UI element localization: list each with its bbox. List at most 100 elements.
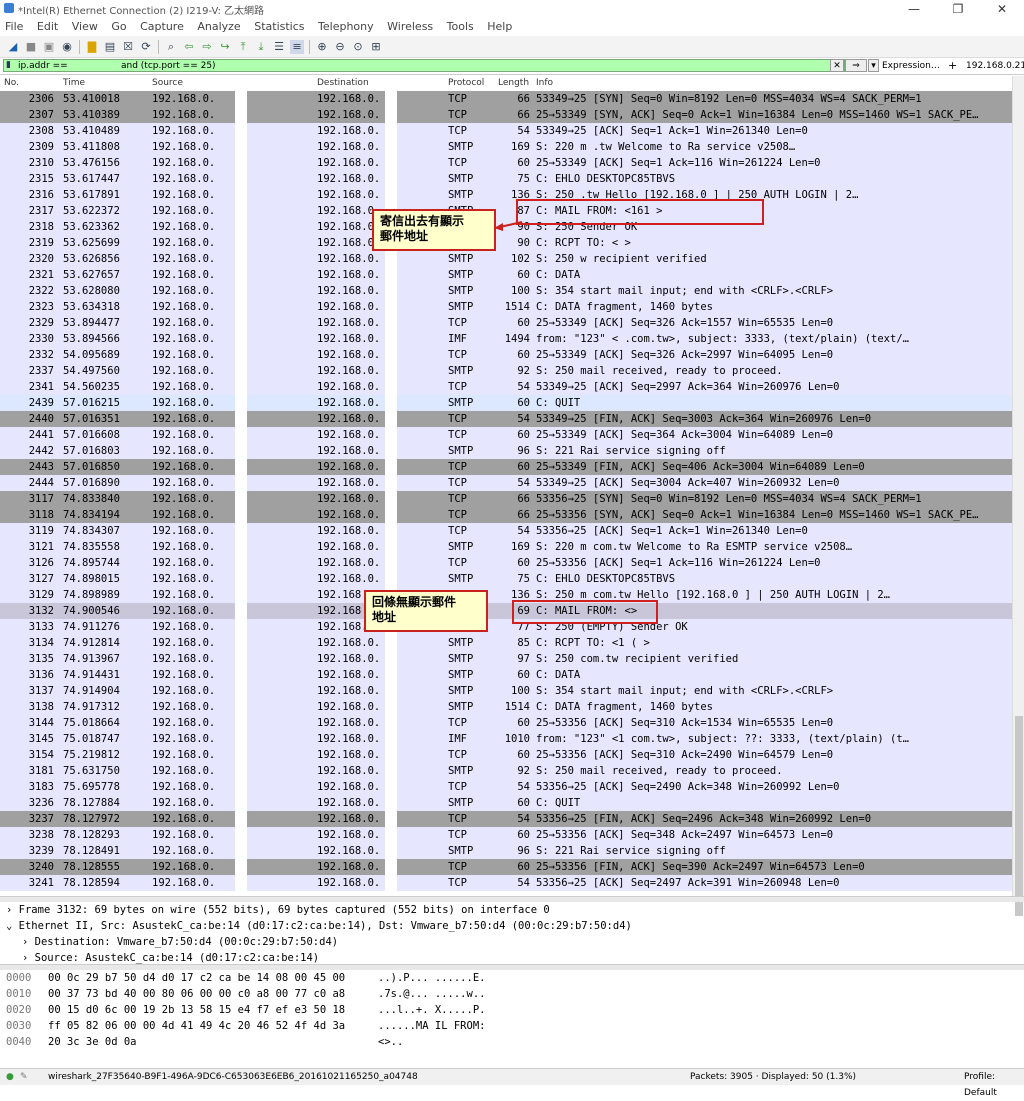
status-ready-icon[interactable]: ● (6, 1069, 14, 1085)
packet-row[interactable]: 2337 54.497560 192.168.0. 192.168.0. SMTP 92 S… (0, 363, 1012, 379)
packet-row[interactable]: 3239 78.128491 192.168.0. 192.168.0. SMTP 96 S… (0, 843, 1012, 859)
packet-row[interactable]: 2308 53.410489 192.168.0. 192.168.0. TCP 54 53… (0, 123, 1012, 139)
stop-icon[interactable]: ■ (24, 40, 38, 54)
menu-go[interactable]: Go (106, 18, 131, 36)
packet-list-scrollbar[interactable] (1012, 76, 1024, 916)
packet-row[interactable]: 231753.622372192.168.0.192.168.0.SMTP87C… (0, 203, 1012, 219)
packet-row[interactable]: 2330 53.894566 192.168.0. 192.168.0. IMF 1494… (0, 331, 1012, 347)
packet-row[interactable]: 3127 74.898015 192.168.0. 192.168.0. SMTP 75 C… (0, 571, 1012, 587)
col-time[interactable]: Time (63, 78, 85, 88)
packet-row[interactable]: 3145 75.018747 192.168.0. 192.168.0. IMF 1010… (0, 731, 1012, 747)
packet-row[interactable]: 3183 75.695778 192.168.0. 192.168.0. TCP 54 53… (0, 779, 1012, 795)
packet-row[interactable]: 2309 53.411808 192.168.0. 192.168.0. SMTP 169… (0, 139, 1012, 155)
packet-list[interactable]: 2306 53.410018 192.168.0. 192.168.0. TCP 66 53… (0, 91, 1012, 895)
expand-chevron-icon[interactable]: › (22, 936, 28, 948)
packet-row[interactable]: 3126 74.895744 192.168.0. 192.168.0. TCP 60 25… (0, 555, 1012, 571)
menu-tools[interactable]: Tools (442, 18, 479, 36)
packet-row[interactable]: 2306 53.410018 192.168.0. 192.168.0. TCP 66 53… (0, 91, 1012, 107)
goto-icon[interactable]: ↪ (218, 40, 232, 54)
menu-help[interactable]: Help (482, 18, 517, 36)
first-icon[interactable]: ⤒ (236, 40, 250, 54)
packet-row[interactable]: 2320 53.626856 192.168.0. 192.168.0. SMTP 102… (0, 251, 1012, 267)
open-icon[interactable]: ▇ (85, 40, 99, 54)
packet-row[interactable]: 3135 74.913967 192.168.0. 192.168.0. SMTP 97 S… (0, 651, 1012, 667)
resize-columns-icon[interactable]: ⊞ (369, 40, 383, 54)
packet-row[interactable]: 2332 54.095689 192.168.0. 192.168.0. TCP 60 25… (0, 347, 1012, 363)
forward-icon[interactable]: ⇨ (200, 40, 214, 54)
add-filter-button[interactable]: + (948, 58, 957, 73)
packet-row[interactable]: 3134 74.912814 192.168.0. 192.168.0. SMTP 85 C… (0, 635, 1012, 651)
save-icon[interactable]: ▤ (103, 40, 117, 54)
packet-row[interactable]: 2307 53.410389 192.168.0. 192.168.0. TCP 66 25… (0, 107, 1012, 123)
menu-telephony[interactable]: Telephony (313, 18, 379, 36)
col-source[interactable]: Source (152, 78, 183, 88)
bytes-row[interactable]: 0020 00 15 d0 6c 00 19 2b 13 58 15 e4 f7 … (0, 1002, 1012, 1018)
packet-row[interactable]: 3117 74.833840 192.168.0. 192.168.0. TCP 66 53… (0, 491, 1012, 507)
packet-row[interactable]: 2443 57.016850 192.168.0. 192.168.0. TCP 60 25… (0, 459, 1012, 475)
maximize-button[interactable]: ❐ (936, 0, 980, 18)
packet-row[interactable]: 313274.900546192.168.0.192.168SMTP69C: M… (0, 603, 1012, 619)
display-filter-input[interactable]: ▮ ip.addr == and (tcp.port == 25) (3, 59, 845, 72)
bytes-row[interactable]: 0040 20 3c 3e 0d 0a <>.. (0, 1034, 1012, 1050)
packet-row[interactable]: 3118 74.834194 192.168.0. 192.168.0. TCP 66 25… (0, 507, 1012, 523)
packet-row[interactable]: 2316 53.617891 192.168.0. 192.168.0. SMTP 136… (0, 187, 1012, 203)
col-length[interactable]: Length (498, 78, 529, 88)
packet-row[interactable]: 312974.898989192.168.0.192.168SMTP136S: … (0, 587, 1012, 603)
find-icon[interactable]: ⌕ (164, 40, 178, 54)
menu-edit[interactable]: Edit (32, 18, 63, 36)
zoom-in-icon[interactable]: ⊕ (315, 40, 329, 54)
detail-frame[interactable]: › Frame 3132: 69 bytes on wire (552 bits… (6, 902, 550, 918)
filter-shortcut-button[interactable]: 192.168.0.21 (966, 59, 1024, 73)
zoom-out-icon[interactable]: ⊖ (333, 40, 347, 54)
packet-row[interactable]: 2315 53.617447 192.168.0. 192.168.0. SMTP 75 C… (0, 171, 1012, 187)
clear-filter-icon[interactable]: ✕ (830, 59, 844, 72)
expand-chevron-icon[interactable]: › (6, 904, 12, 916)
packet-row[interactable]: 2329 53.894477 192.168.0. 192.168.0. TCP 60 25… (0, 315, 1012, 331)
options-icon[interactable]: ◉ (60, 40, 74, 54)
packet-row[interactable]: 3154 75.219812 192.168.0. 192.168.0. TCP 60 25… (0, 747, 1012, 763)
zoom-reset-icon[interactable]: ⊙ (351, 40, 365, 54)
packet-row[interactable]: 3240 78.128555 192.168.0. 192.168.0. TCP 60 25… (0, 859, 1012, 875)
packet-row[interactable]: 3238 78.128293 192.168.0. 192.168.0. TCP 60 25… (0, 827, 1012, 843)
shark-fin-icon[interactable]: ◢ (6, 40, 20, 54)
packet-row[interactable]: 2442 57.016803 192.168.0. 192.168.0. SMTP 96 S… (0, 443, 1012, 459)
col-destination[interactable]: Destination (317, 78, 369, 88)
detail-ethernet[interactable]: ⌄ Ethernet II, Src: AsustekC_ca:be:14 (d… (6, 918, 632, 934)
packet-details-pane[interactable]: › Frame 3132: 69 bytes on wire (552 bits… (0, 902, 1012, 966)
collapse-chevron-icon[interactable]: ⌄ (6, 920, 12, 932)
packet-row[interactable]: 3137 74.914904 192.168.0. 192.168.0. SMTP 100… (0, 683, 1012, 699)
bytes-row[interactable]: 0030 ff 05 82 06 00 00 4d 41 49 4c 20 46 … (0, 1018, 1012, 1034)
packet-row[interactable]: 2322 53.628080 192.168.0. 192.168.0. SMTP 100… (0, 283, 1012, 299)
packet-row[interactable]: 2441 57.016608 192.168.0. 192.168.0. TCP 60 25… (0, 427, 1012, 443)
packet-row[interactable]: 2310 53.476156 192.168.0. 192.168.0. TCP 60 25… (0, 155, 1012, 171)
bytes-row[interactable]: 0010 00 37 73 bd 40 00 80 06 00 00 c0 a8 … (0, 986, 1012, 1002)
status-comment-icon[interactable]: ✎ (20, 1069, 28, 1085)
menu-capture[interactable]: Capture (135, 18, 189, 36)
packet-row[interactable]: 231953.625699192.168.0.192.168.0.SMTP90C… (0, 235, 1012, 251)
expression-button[interactable]: Expression… (882, 59, 940, 73)
close-window-button[interactable]: ✕ (980, 0, 1024, 18)
col-protocol[interactable]: Protocol (448, 78, 484, 88)
menu-statistics[interactable]: Statistics (249, 18, 309, 36)
packet-row[interactable]: 3241 78.128594 192.168.0. 192.168.0. TCP 54 53… (0, 875, 1012, 891)
menu-analyze[interactable]: Analyze (192, 18, 245, 36)
last-icon[interactable]: ⤓ (254, 40, 268, 54)
reload-icon[interactable]: ⟳ (139, 40, 153, 54)
col-info[interactable]: Info (536, 78, 553, 88)
packet-row[interactable]: 3236 78.127884 192.168.0. 192.168.0. SMTP 60 C… (0, 795, 1012, 811)
detail-destination[interactable]: › Destination: Vmware_b7:50:d4 (00:0c:29… (22, 934, 338, 950)
packet-bytes-pane[interactable]: 0000 00 0c 29 b7 50 d4 d0 17 c2 ca be 14 … (0, 970, 1012, 1070)
close-file-icon[interactable]: ☒ (121, 40, 135, 54)
packet-row[interactable]: 3181 75.631750 192.168.0. 192.168.0. SMTP 92 S… (0, 763, 1012, 779)
packet-row[interactable]: 2440 57.016351 192.168.0. 192.168.0. TCP 54 53… (0, 411, 1012, 427)
packet-row[interactable]: 2341 54.560235 192.168.0. 192.168.0. TCP 54 53… (0, 379, 1012, 395)
col-no[interactable]: No. (4, 78, 19, 88)
profile-label[interactable]: Profile: Default (964, 1069, 1024, 1101)
autoscroll-icon[interactable]: ☰ (272, 40, 286, 54)
packet-row[interactable]: 3121 74.835558 192.168.0. 192.168.0. SMTP 169… (0, 539, 1012, 555)
minimize-button[interactable]: — (892, 0, 936, 18)
packet-row[interactable]: 3138 74.917312 192.168.0. 192.168.0. SMTP 151… (0, 699, 1012, 715)
packet-row[interactable]: 3119 74.834307 192.168.0. 192.168.0. TCP 54 53… (0, 523, 1012, 539)
packet-row[interactable]: 2439 57.016215 192.168.0. 192.168.0. SMTP 60 C… (0, 395, 1012, 411)
packet-row[interactable]: 3144 75.018664 192.168.0. 192.168.0. TCP 60 25… (0, 715, 1012, 731)
